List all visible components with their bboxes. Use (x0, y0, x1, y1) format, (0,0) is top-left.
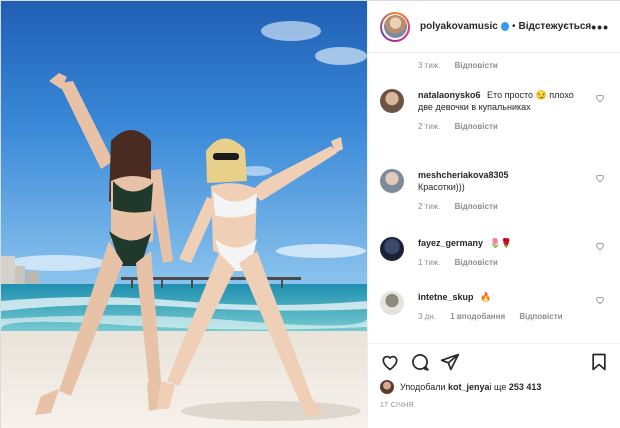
following-status-button[interactable]: Відстежується (519, 21, 592, 32)
save-bookmark-icon[interactable] (589, 352, 609, 372)
author-username[interactable]: polyakovamusic (420, 21, 498, 32)
post-header: polyakovamusic • Відстежується ••• (368, 1, 620, 53)
comment-bubble-icon[interactable] (410, 352, 430, 372)
separator: • (512, 21, 516, 32)
comment-reply-button[interactable]: Відповісти (455, 202, 498, 211)
author-avatar[interactable] (380, 11, 410, 42)
commenter-avatar[interactable] (380, 169, 404, 193)
comment-text: 🌷🌹 (489, 238, 512, 248)
caption-time: 3 тиж. (418, 61, 441, 70)
comments-list[interactable]: 3 тиж. Відповісти natalaonysko6 Ето прос… (368, 53, 620, 343)
post-photo[interactable] (1, 1, 367, 428)
comment-time: 2 тиж. (418, 202, 441, 211)
instagram-post: polyakovamusic • Відстежується ••• 3 тиж… (0, 0, 620, 428)
liker-avatar (380, 380, 394, 394)
comment-reply-button[interactable]: Відповісти (455, 258, 498, 267)
commenter-avatar[interactable] (380, 291, 404, 315)
more-options-icon[interactable]: ••• (591, 19, 609, 35)
comment-time: 1 тиж. (418, 258, 441, 267)
likes-count[interactable]: 253 413 (509, 382, 542, 392)
commenter-username[interactable]: natalaonysko6 (418, 90, 481, 100)
beach-photo (1, 1, 367, 428)
comment-item: meshcheriakova8305 Красотки))) 2 тиж. Ві… (380, 169, 609, 213)
comment-item: natalaonysko6 Ето просто 😏 плохо две дев… (380, 89, 609, 133)
commenter-username[interactable]: intetne_skup (418, 292, 474, 302)
like-comment-heart-icon[interactable] (595, 295, 605, 305)
comment-text: 🔥 (480, 292, 492, 302)
commenter-username[interactable]: fayez_germany (418, 238, 483, 248)
comment-time: 3 дн. (418, 312, 436, 321)
comment-item: fayez_germany 🌷🌹 1 тиж. Відповісти (380, 237, 609, 269)
comment-item: intetne_skup 🔥 3 дн. 1 вподобання Відпов… (380, 291, 609, 323)
like-heart-icon[interactable] (380, 352, 400, 372)
commenter-username[interactable]: meshcheriakova8305 (418, 170, 509, 180)
liker-username[interactable]: kot_jenya (448, 382, 490, 392)
comment-text: Красотки))) (418, 182, 465, 192)
like-comment-heart-icon[interactable] (595, 241, 605, 251)
comment-likes-count[interactable]: 1 вподобання (450, 312, 505, 321)
caption-meta: 3 тиж. Відповісти (418, 61, 510, 70)
share-paper-plane-icon[interactable] (440, 352, 460, 372)
likes-summary[interactable]: Уподобали kot_jenya і ще 253 413 (380, 380, 541, 394)
commenter-avatar[interactable] (380, 89, 404, 113)
verified-badge-icon (500, 22, 510, 31)
caption-reply-button[interactable]: Відповісти (455, 61, 498, 70)
post-actions: Уподобали kot_jenya і ще 253 413 17 СІЧН… (368, 343, 620, 428)
post-side-panel: polyakovamusic • Відстежується ••• 3 тиж… (367, 1, 620, 428)
comment-reply-button[interactable]: Відповісти (455, 122, 498, 131)
comment-time: 2 тиж. (418, 122, 441, 131)
post-date[interactable]: 17 СІЧНЯ (380, 402, 414, 409)
commenter-avatar[interactable] (380, 237, 404, 261)
like-comment-heart-icon[interactable] (595, 173, 605, 183)
like-comment-heart-icon[interactable] (595, 93, 605, 103)
comment-reply-button[interactable]: Відповісти (519, 312, 562, 321)
